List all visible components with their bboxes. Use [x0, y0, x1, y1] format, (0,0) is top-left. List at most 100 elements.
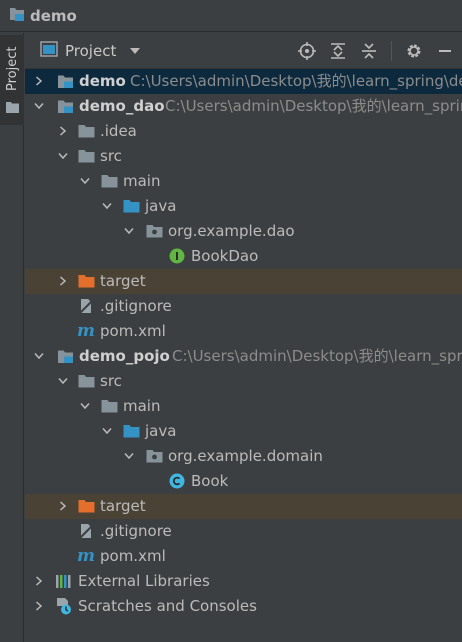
tool-window-strip: Project: [0, 33, 24, 642]
tree-node-java[interactable]: java: [25, 194, 462, 219]
tree-node-pom[interactable]: m pom.xml: [25, 319, 462, 344]
tree-node-label: .idea: [100, 122, 137, 140]
tree-node-main[interactable]: main: [25, 394, 462, 419]
module-icon: [9, 6, 25, 26]
chevron-down-icon: [130, 47, 141, 54]
window-title: demo: [30, 6, 77, 25]
tree-node-label: org.example.dao: [168, 222, 295, 240]
ignore-file-icon: [77, 297, 95, 315]
chevron-down-icon[interactable]: [80, 176, 90, 186]
collapse-all-icon[interactable]: [360, 42, 378, 60]
folder-icon: [5, 99, 19, 117]
module-icon: [56, 347, 74, 365]
tree-node-label: External Libraries: [78, 572, 210, 590]
interface-icon: [168, 247, 186, 265]
chevron-down-icon[interactable]: [58, 151, 68, 161]
maven-icon: m: [77, 320, 95, 341]
tree-node-gitignore[interactable]: .gitignore: [25, 519, 462, 544]
tree-node-label: BookDao: [191, 247, 259, 265]
toolbar-separator: [391, 41, 392, 61]
module-icon: [56, 97, 74, 115]
tree-node-book[interactable]: Book: [25, 469, 462, 494]
chevron-right-icon[interactable]: [58, 276, 68, 286]
module-path: C:\Users\admin\Desktop\我的\learn_sprin: [165, 97, 462, 115]
tree-node-label: main: [123, 397, 161, 415]
expand-all-icon[interactable]: [329, 42, 347, 60]
scratches-icon: [55, 597, 73, 615]
tree-node-label: demo_pojo: [79, 347, 170, 365]
tree-node-label: Scratches and Consoles: [78, 597, 257, 615]
project-view-icon: [40, 40, 58, 61]
tree-node-gitignore[interactable]: .gitignore: [25, 294, 462, 319]
chevron-down-icon[interactable]: [34, 101, 44, 111]
chevron-right-icon[interactable]: [58, 501, 68, 511]
tree-node-demo[interactable]: demo C:\Users\admin\Desktop\我的\learn_spr…: [25, 69, 462, 94]
tree-node-main[interactable]: main: [25, 169, 462, 194]
minimize-icon[interactable]: [436, 42, 454, 60]
tree-node-src[interactable]: src: [25, 144, 462, 169]
tree-node-idea[interactable]: .idea: [25, 119, 462, 144]
tree-node-pom[interactable]: m pom.xml: [25, 544, 462, 569]
tree-node-java[interactable]: java: [25, 419, 462, 444]
source-folder-icon: [122, 422, 140, 440]
chevron-down-icon[interactable]: [102, 426, 112, 436]
title-bar: demo: [0, 0, 462, 32]
tree-node-src[interactable]: src: [25, 369, 462, 394]
module-path: C:\Users\admin\Desktop\我的\learn_spring\d…: [130, 72, 462, 90]
excluded-folder-icon: [77, 272, 95, 290]
tree-node-label: .gitignore: [100, 522, 172, 540]
view-selector[interactable]: Project: [40, 40, 141, 61]
chevron-down-icon[interactable]: [124, 451, 134, 461]
tree-node-label: pom.xml: [100, 547, 166, 565]
tree-node-label: src: [100, 372, 122, 390]
tree-node-label: target: [100, 272, 146, 290]
chevron-down-icon[interactable]: [34, 351, 44, 361]
tree-node-label: java: [145, 422, 177, 440]
tree-node-label: org.example.domain: [168, 447, 323, 465]
tree-node-package-dao[interactable]: org.example.dao: [25, 219, 462, 244]
tree-node-label: pom.xml: [100, 322, 166, 340]
project-toolbar: Project: [25, 33, 462, 69]
chevron-right-icon[interactable]: [58, 126, 68, 136]
folder-icon: [100, 397, 118, 415]
project-tool-tab[interactable]: Project: [0, 35, 24, 125]
tree-node-target[interactable]: target: [25, 494, 462, 519]
tree-node-label: java: [145, 197, 177, 215]
view-selector-label: Project: [65, 41, 117, 60]
maven-icon: m: [77, 545, 95, 566]
module-icon: [56, 72, 74, 90]
tree-node-label: demo_dao: [79, 97, 165, 115]
class-icon: [168, 472, 186, 490]
chevron-down-icon[interactable]: [58, 376, 68, 386]
ignore-file-icon: [77, 522, 95, 540]
module-path: C:\Users\admin\Desktop\我的\learn_spr: [172, 347, 462, 365]
folder-icon: [77, 372, 95, 390]
folder-icon: [77, 122, 95, 140]
tree-node-label: .gitignore: [100, 297, 172, 315]
tree-node-package-domain[interactable]: org.example.domain: [25, 444, 462, 469]
source-folder-icon: [122, 197, 140, 215]
tree-node-label: Book: [191, 472, 229, 490]
project-tab-label: Project: [4, 46, 20, 91]
tree-node-target[interactable]: target: [25, 269, 462, 294]
chevron-down-icon[interactable]: [80, 401, 90, 411]
excluded-folder-icon: [77, 497, 95, 515]
chevron-down-icon[interactable]: [102, 201, 112, 211]
package-icon: [145, 222, 163, 240]
tree-node-label: src: [100, 147, 122, 165]
chevron-right-icon[interactable]: [34, 76, 44, 86]
folder-icon: [77, 147, 95, 165]
chevron-down-icon[interactable]: [124, 226, 134, 236]
tree-node-bookdao[interactable]: BookDao: [25, 244, 462, 269]
project-tree: demo C:\Users\admin\Desktop\我的\learn_spr…: [25, 69, 462, 642]
tree-node-external-libraries[interactable]: External Libraries: [25, 569, 462, 594]
tree-node-label: target: [100, 497, 146, 515]
tree-node-scratches[interactable]: Scratches and Consoles: [25, 594, 462, 619]
locate-icon[interactable]: [298, 42, 316, 60]
gear-icon[interactable]: [405, 42, 423, 60]
chevron-right-icon[interactable]: [34, 601, 44, 611]
chevron-right-icon[interactable]: [34, 576, 44, 586]
tree-node-demo-pojo[interactable]: demo_pojo C:\Users\admin\Desktop\我的\lear…: [25, 344, 462, 369]
libraries-icon: [55, 572, 73, 590]
tree-node-demo-dao[interactable]: demo_dao C:\Users\admin\Desktop\我的\learn…: [25, 94, 462, 119]
